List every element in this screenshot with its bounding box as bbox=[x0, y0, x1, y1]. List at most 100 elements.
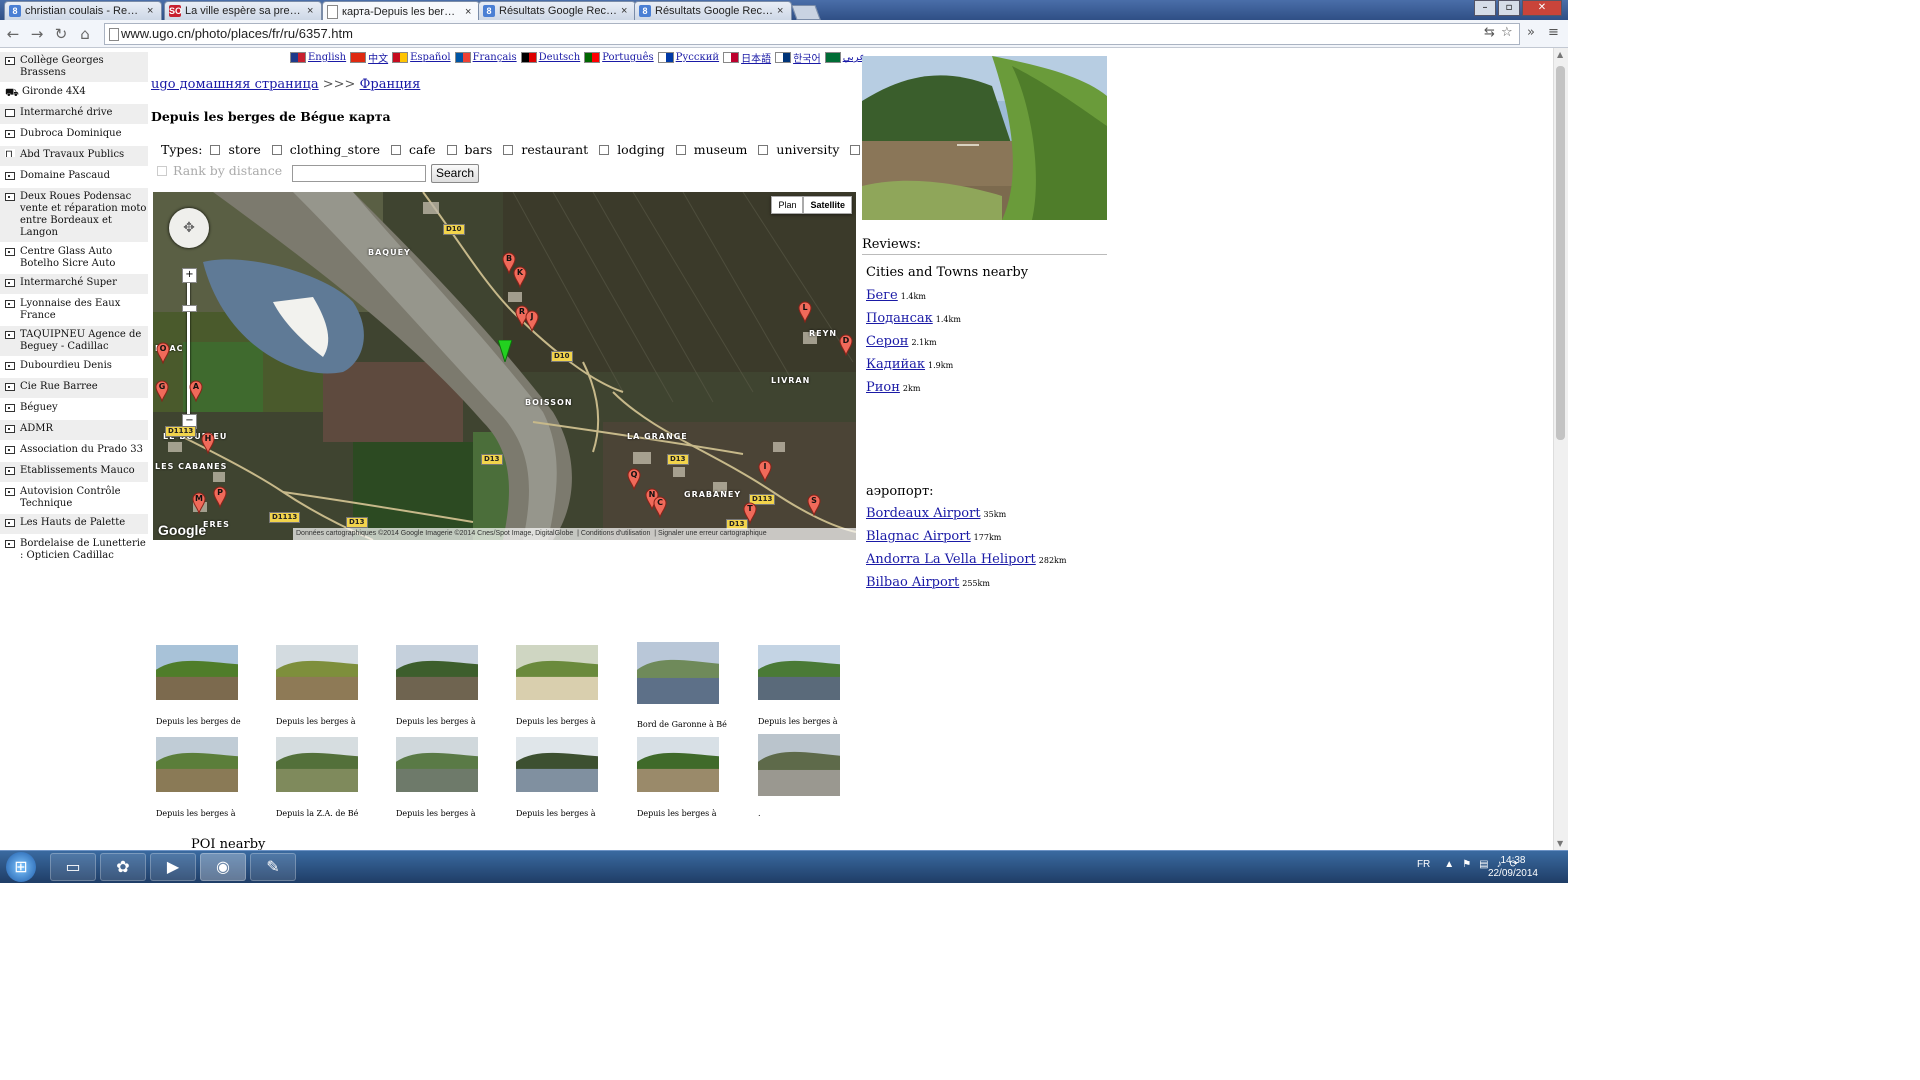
sidebar-poi-item[interactable]: Intermarché Super bbox=[0, 274, 148, 295]
browser-tab[interactable]: 8 christian coulais - Recherc × bbox=[4, 1, 162, 20]
airport-link[interactable]: Bordeaux Airport bbox=[866, 506, 981, 521]
rank-by-distance-checkbox[interactable] bbox=[157, 165, 167, 176]
gallery-thumbnail[interactable] bbox=[516, 645, 598, 700]
tab-close-icon[interactable]: × bbox=[307, 5, 317, 17]
sidebar-poi-item[interactable]: Bordelaise de Lunetterie : Opticien Cadi… bbox=[0, 535, 148, 566]
airport-link[interactable]: Andorra La Vella Heliport bbox=[866, 552, 1036, 567]
type-checkbox[interactable] bbox=[599, 144, 610, 155]
close-window-button[interactable]: ✕ bbox=[1522, 0, 1562, 16]
sidebar-poi-item[interactable]: Deux Roues Podensac vente et réparation … bbox=[0, 188, 148, 243]
type-checkbox[interactable] bbox=[758, 144, 769, 155]
tab-close-icon[interactable]: × bbox=[465, 6, 475, 18]
sidebar-poi-item[interactable]: Collège Georges Brassens bbox=[0, 52, 148, 83]
map-type-plan-button[interactable]: Plan bbox=[771, 196, 804, 214]
search-input[interactable] bbox=[292, 165, 426, 182]
scroll-down-arrow-icon[interactable]: ▼ bbox=[1557, 839, 1563, 848]
picasa-icon[interactable]: ✿ bbox=[100, 853, 146, 881]
language-link[interactable]: 日本語 bbox=[723, 50, 771, 65]
sidebar-poi-item[interactable]: Béguey bbox=[0, 399, 148, 420]
language-link[interactable]: Español bbox=[392, 50, 451, 65]
sidebar-poi-item[interactable]: Autovision Contrôle Technique bbox=[0, 483, 148, 514]
nearby-city-link[interactable]: Подансак bbox=[866, 311, 933, 326]
gallery-thumbnail[interactable] bbox=[276, 737, 358, 792]
map-marker-pin[interactable]: A bbox=[189, 380, 203, 403]
map-marker-pin[interactable]: K bbox=[513, 266, 527, 289]
language-link[interactable]: عربي bbox=[824, 50, 865, 65]
scroll-up-arrow-icon[interactable]: ▲ bbox=[1557, 50, 1563, 59]
language-link[interactable]: English bbox=[290, 50, 346, 65]
minimize-button[interactable]: – bbox=[1474, 0, 1496, 16]
language-link[interactable]: Deutsch bbox=[520, 50, 580, 65]
airport-link[interactable]: Blagnac Airport bbox=[866, 529, 971, 544]
extensions-overflow-icon[interactable]: » bbox=[1527, 25, 1535, 40]
sidebar-poi-item[interactable]: TAQUIPNEU Agence de Beguey - Cadillac bbox=[0, 326, 148, 357]
sidebar-poi-item[interactable]: ADMR bbox=[0, 420, 148, 441]
tab-close-icon[interactable]: × bbox=[777, 5, 787, 17]
current-location-marker[interactable] bbox=[498, 340, 512, 362]
map-marker-pin[interactable]: P bbox=[213, 486, 227, 509]
action-center-icon[interactable]: ⚑ bbox=[1462, 859, 1471, 870]
tab-close-icon[interactable]: × bbox=[147, 5, 157, 17]
airport-link[interactable]: Bilbao Airport bbox=[866, 575, 959, 590]
maximize-button[interactable]: ▫ bbox=[1498, 0, 1520, 16]
system-clock[interactable]: 14:38 22/09/2014 bbox=[1488, 854, 1538, 880]
home-icon[interactable]: ⌂ bbox=[76, 25, 94, 43]
type-checkbox[interactable] bbox=[503, 144, 514, 155]
input-language[interactable]: FR bbox=[1417, 859, 1430, 870]
map-marker-pin[interactable]: C bbox=[653, 496, 667, 519]
map-marker-pin[interactable]: S bbox=[807, 494, 821, 517]
sidebar-poi-item[interactable]: Domaine Pascaud bbox=[0, 167, 148, 188]
type-checkbox[interactable] bbox=[210, 144, 221, 155]
language-link[interactable]: Français bbox=[454, 50, 517, 65]
browser-tab[interactable]: карта-Depuis les berges d × bbox=[322, 1, 480, 21]
forward-arrow-icon[interactable]: → bbox=[28, 25, 46, 43]
bookmark-star-icon[interactable]: ☆ bbox=[1501, 25, 1513, 40]
sidebar-poi-item[interactable]: Association du Prado 33 bbox=[0, 441, 148, 462]
map-pan-control[interactable]: ✥ bbox=[169, 208, 209, 248]
media-player-icon[interactable]: ▶ bbox=[150, 853, 196, 881]
gallery-thumbnail[interactable] bbox=[396, 645, 478, 700]
reload-icon[interactable]: ↻ bbox=[52, 25, 70, 43]
sidebar-poi-item[interactable]: Lyonnaise des Eaux France bbox=[0, 295, 148, 326]
zoom-in-button[interactable]: + bbox=[182, 268, 197, 283]
gallery-thumbnail[interactable] bbox=[276, 645, 358, 700]
breadcrumb-home-link[interactable]: ugo домашняя страница bbox=[151, 77, 319, 92]
map-marker-pin[interactable]: O bbox=[156, 342, 170, 365]
zoom-slider-handle[interactable] bbox=[182, 305, 197, 312]
menu-icon[interactable]: ≡ bbox=[1548, 25, 1559, 40]
sidebar-poi-item[interactable]: Dubroca Dominique bbox=[0, 125, 148, 146]
gallery-thumbnail[interactable] bbox=[758, 734, 840, 796]
nearby-city-link[interactable]: Рион bbox=[866, 380, 900, 395]
breadcrumb-country-link[interactable]: Франция bbox=[360, 77, 421, 92]
satellite-map[interactable]: ✥ + − BAQUEY BOISSON LA GRANGE GRABANEY LIVR… bbox=[153, 192, 856, 540]
map-marker-pin[interactable]: L bbox=[798, 301, 812, 324]
show-hidden-icons-icon[interactable]: ▲ bbox=[1444, 859, 1454, 870]
search-button[interactable]: Search bbox=[431, 164, 479, 183]
sidebar-poi-item[interactable]: Intermarché drive bbox=[0, 104, 148, 125]
nearby-city-link[interactable]: Серон bbox=[866, 334, 908, 349]
map-type-satellite-button[interactable]: Satellite bbox=[803, 196, 852, 214]
map-marker-pin[interactable]: M bbox=[192, 492, 206, 515]
gallery-thumbnail[interactable] bbox=[637, 737, 719, 792]
map-terms-link[interactable]: Conditions d'utilisation bbox=[581, 530, 650, 537]
gallery-thumbnail[interactable] bbox=[396, 737, 478, 792]
windows-start-icon[interactable]: ⊞ bbox=[6, 852, 36, 882]
gallery-thumbnail[interactable] bbox=[156, 737, 238, 792]
map-marker-pin[interactable]: G bbox=[155, 380, 169, 403]
scrollbar-thumb[interactable] bbox=[1556, 66, 1565, 440]
type-checkbox[interactable] bbox=[850, 144, 861, 155]
sidebar-poi-item[interactable]: ⊓ Abd Travaux Publics bbox=[0, 146, 148, 167]
sidebar-poi-item[interactable]: Etablissements Mauco bbox=[0, 462, 148, 483]
sidebar-poi-item[interactable]: Centre Glass Auto Botelho Sicre Auto bbox=[0, 243, 148, 274]
language-link[interactable]: Português bbox=[584, 50, 654, 65]
address-bar[interactable]: www.ugo.cn/photo/places/fr/ru/6357.htm bbox=[104, 23, 1520, 45]
language-link[interactable]: 中文 bbox=[350, 50, 388, 65]
type-checkbox[interactable] bbox=[271, 144, 282, 155]
map-marker-pin[interactable]: T bbox=[743, 502, 757, 525]
chrome-icon[interactable]: ◉ bbox=[200, 853, 246, 881]
language-link[interactable]: Русский bbox=[657, 50, 719, 65]
type-checkbox[interactable] bbox=[446, 144, 457, 155]
translate-icon[interactable]: ⇆ bbox=[1484, 25, 1495, 40]
gallery-thumbnail[interactable] bbox=[516, 737, 598, 792]
place-photo[interactable] bbox=[862, 56, 1107, 220]
